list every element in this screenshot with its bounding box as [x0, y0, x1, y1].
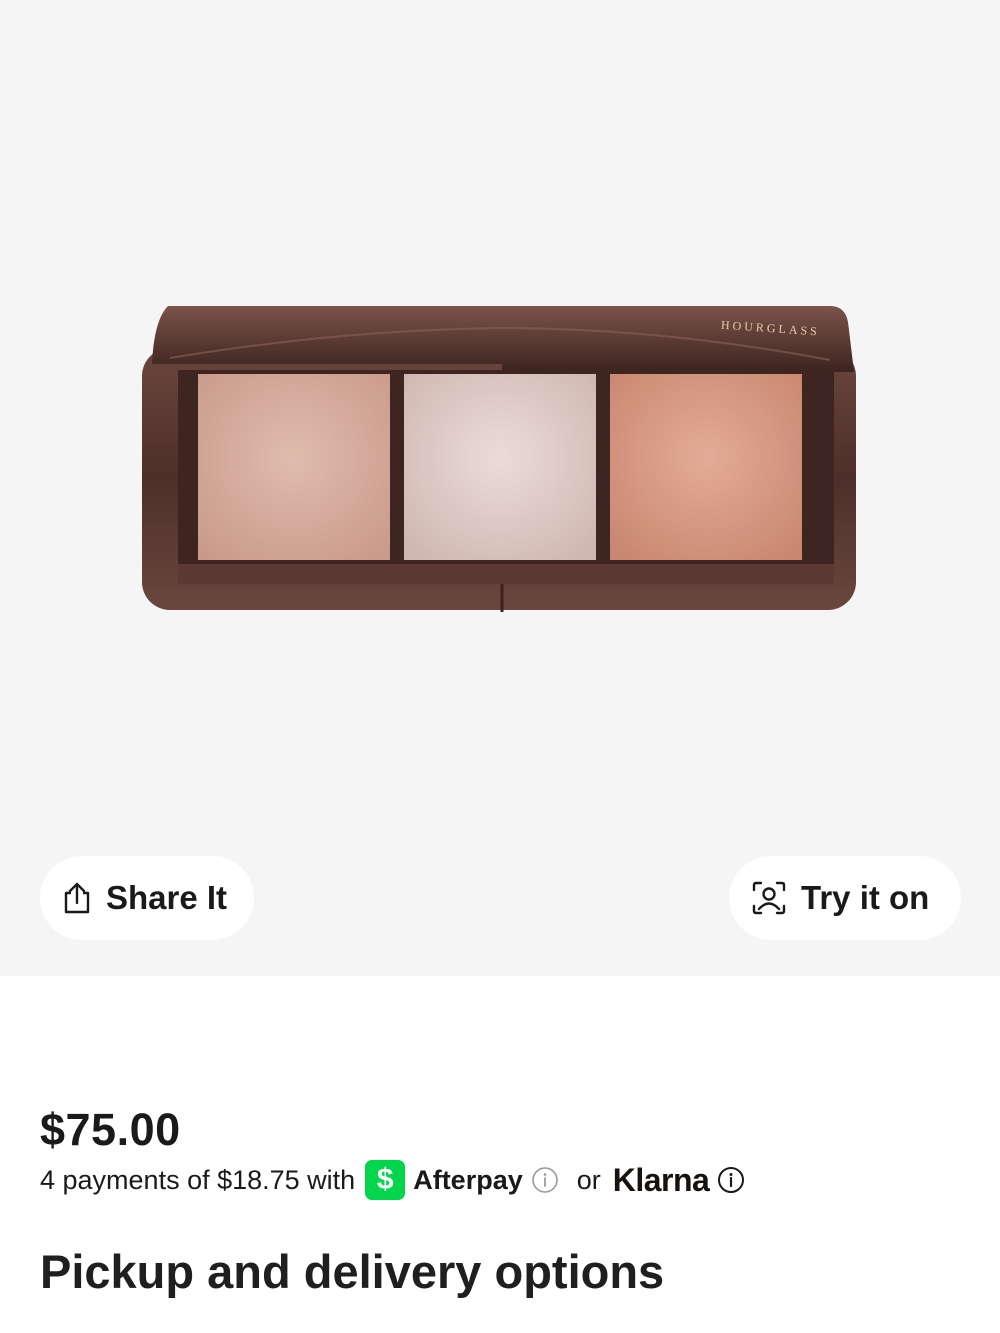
try-it-on-button[interactable]: Try it on [729, 856, 961, 940]
pickup-delivery-heading: Pickup and delivery options [40, 1245, 665, 1298]
afterpay-label: Afterpay [413, 1164, 523, 1195]
cashapp-icon: $ [365, 1160, 406, 1200]
product-image[interactable]: HOURGLASS [140, 300, 860, 620]
installment-payments: 4 payments of $18.75 with $ Afterpay or … [40, 1158, 745, 1202]
product-price: $75.00 [40, 1104, 181, 1155]
share-button-label: Share It [106, 879, 228, 916]
product-hero: HOURGLASS Share It Try it on [0, 0, 1000, 976]
klarna-label: Klarna [612, 1161, 710, 1198]
face-scan-icon [752, 881, 786, 915]
pan-right [610, 374, 802, 560]
klarna-info-icon[interactable] [717, 1166, 745, 1194]
or-text: or [576, 1164, 601, 1195]
share-button[interactable]: Share It [40, 856, 254, 940]
try-it-on-label: Try it on [801, 879, 930, 916]
afterpay-info-icon[interactable] [531, 1166, 559, 1194]
pan-left [198, 374, 390, 560]
pan-middle [404, 374, 596, 560]
installments-text: 4 payments of $18.75 with [40, 1164, 356, 1195]
share-icon [64, 882, 90, 914]
compact-lid [152, 306, 854, 372]
